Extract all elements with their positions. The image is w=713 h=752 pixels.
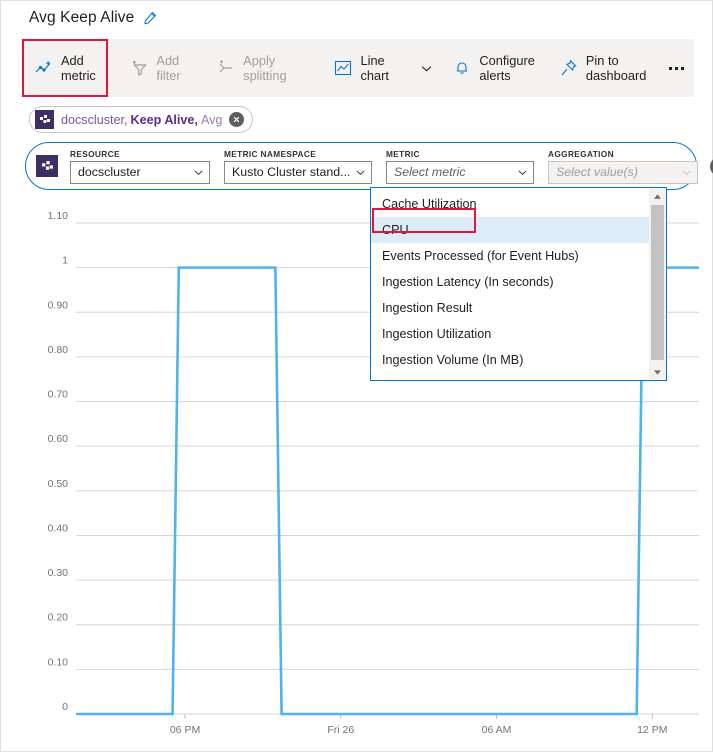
x-axis-tick: 06 AM	[482, 724, 512, 736]
metric-namespace-field: METRIC NAMESPACE Kusto Cluster stand...	[224, 149, 372, 184]
y-axis-tick: 0	[62, 701, 68, 713]
chart-type-chevron[interactable]	[413, 39, 441, 97]
metric-chip-icon	[35, 110, 54, 129]
chart-type-label: Line chart	[360, 53, 389, 83]
ellipsis-icon[interactable]	[658, 39, 694, 97]
add-metric-label: Add metric	[61, 53, 96, 83]
dropdown-scrollbar[interactable]	[649, 188, 666, 380]
y-axis-tick: 0.20	[48, 612, 69, 624]
command-bar: Add metric Add filter Apply splitting Li…	[22, 39, 694, 97]
chip-aggregation-label: Avg	[200, 112, 223, 127]
metric-caption: METRIC	[386, 148, 420, 159]
resource-value: docscluster	[78, 165, 141, 179]
metric-option[interactable]: Ingestion Utilization	[371, 321, 649, 347]
metric-option[interactable]: Cache Utilization	[371, 191, 649, 217]
chevron-down-icon	[194, 170, 203, 175]
pin-icon	[559, 58, 579, 78]
configure-alerts-button[interactable]: Configure alerts	[440, 39, 547, 97]
resource-caption: RESOURCE	[70, 148, 120, 159]
x-axis-tick: 06 PM	[170, 724, 200, 736]
metric-selector-icon	[36, 155, 58, 177]
aggregation-field: AGGREGATION Select value(s)	[548, 149, 698, 184]
add-filter-button: Add filter	[117, 39, 204, 97]
apply-splitting-button: Apply splitting	[204, 39, 303, 97]
chevron-down-icon	[682, 170, 691, 175]
pencil-icon[interactable]	[142, 11, 157, 26]
chevron-down-icon	[356, 170, 365, 175]
metric-placeholder: Select metric	[394, 165, 466, 179]
metric-namespace-caption: METRIC NAMESPACE	[224, 148, 317, 159]
chevron-down-icon	[421, 65, 432, 72]
y-axis-tick: 0.90	[48, 299, 69, 311]
caret-down-icon[interactable]	[649, 364, 666, 380]
metric-option[interactable]: Ingestion Result	[371, 295, 649, 321]
chip-resource-label: docscluster,	[61, 112, 128, 127]
add-filter-label: Add filter	[156, 53, 181, 83]
x-axis-tick: Fri 26	[327, 724, 354, 736]
metric-options-dropdown[interactable]: Cache Utilization CPU Events Processed (fo…	[370, 187, 667, 381]
scrollbar-thumb[interactable]	[651, 205, 664, 360]
metric-selector-row: RESOURCE docscluster METRIC NAMESPACE Ku…	[25, 142, 713, 190]
caret-up-icon[interactable]	[649, 188, 666, 204]
metric-dropdown[interactable]: Select metric	[386, 160, 534, 184]
metric-option[interactable]: Events Processed (for Event Hubs)	[371, 243, 649, 269]
chip-metric-label: Keep Alive,	[130, 112, 198, 127]
apply-splitting-label: Apply splitting	[243, 53, 287, 83]
metric-field: METRIC Select metric	[386, 149, 534, 184]
y-axis-tick: 0.10	[48, 656, 69, 668]
add-filter-icon	[129, 58, 149, 78]
y-axis-tick: 0.30	[48, 567, 69, 579]
chevron-down-icon	[518, 170, 527, 175]
line-chart-icon	[333, 58, 353, 78]
configure-alerts-label: Configure alerts	[479, 53, 535, 83]
chip-close-icon[interactable]	[229, 112, 245, 127]
page-title: Avg Keep Alive	[29, 9, 135, 26]
metric-option[interactable]: Ingestion Latency (In seconds)	[371, 269, 649, 295]
y-axis-tick: 0.50	[48, 478, 69, 490]
add-metric-icon	[34, 58, 54, 78]
chart-type-button[interactable]: Line chart	[321, 39, 412, 97]
metric-option[interactable]: CPU	[371, 217, 649, 243]
y-axis-tick: 0.40	[48, 522, 69, 534]
page-title-row: Avg Keep Alive	[29, 9, 157, 27]
y-axis-tick: 1.10	[48, 210, 69, 222]
metric-option[interactable]: Ingestion Volume (In MB)	[371, 347, 649, 373]
metric-options-list: Cache Utilization CPU Events Processed (fo…	[371, 188, 649, 380]
resource-field: RESOURCE docscluster	[70, 149, 210, 184]
aggregation-dropdown: Select value(s)	[548, 160, 698, 184]
pin-to-dashboard-button[interactable]: Pin to dashboard	[547, 39, 658, 97]
y-axis-tick: 0.60	[48, 433, 69, 445]
metrics-explorer-page: Avg Keep Alive Add metric Add filter App…	[0, 0, 713, 752]
y-axis-tick: 0.80	[48, 344, 69, 356]
aggregation-placeholder: Select value(s)	[556, 165, 638, 179]
metric-namespace-value: Kusto Cluster stand...	[232, 165, 351, 179]
resource-dropdown[interactable]: docscluster	[70, 160, 210, 184]
apply-splitting-icon	[216, 58, 236, 78]
metric-namespace-dropdown[interactable]: Kusto Cluster stand...	[224, 160, 372, 184]
aggregation-caption: AGGREGATION	[548, 148, 614, 159]
y-axis-tick: 0.70	[48, 389, 69, 401]
y-axis-tick: 1	[62, 255, 68, 267]
x-axis-tick: 12 PM	[637, 724, 667, 736]
pin-to-dashboard-label: Pin to dashboard	[585, 53, 647, 83]
metric-chip[interactable]: docscluster, Keep Alive, Avg	[29, 106, 254, 133]
add-metric-button[interactable]: Add metric	[22, 39, 118, 97]
metric-option[interactable]: Keep Alive	[371, 373, 649, 380]
bell-icon	[452, 58, 472, 78]
